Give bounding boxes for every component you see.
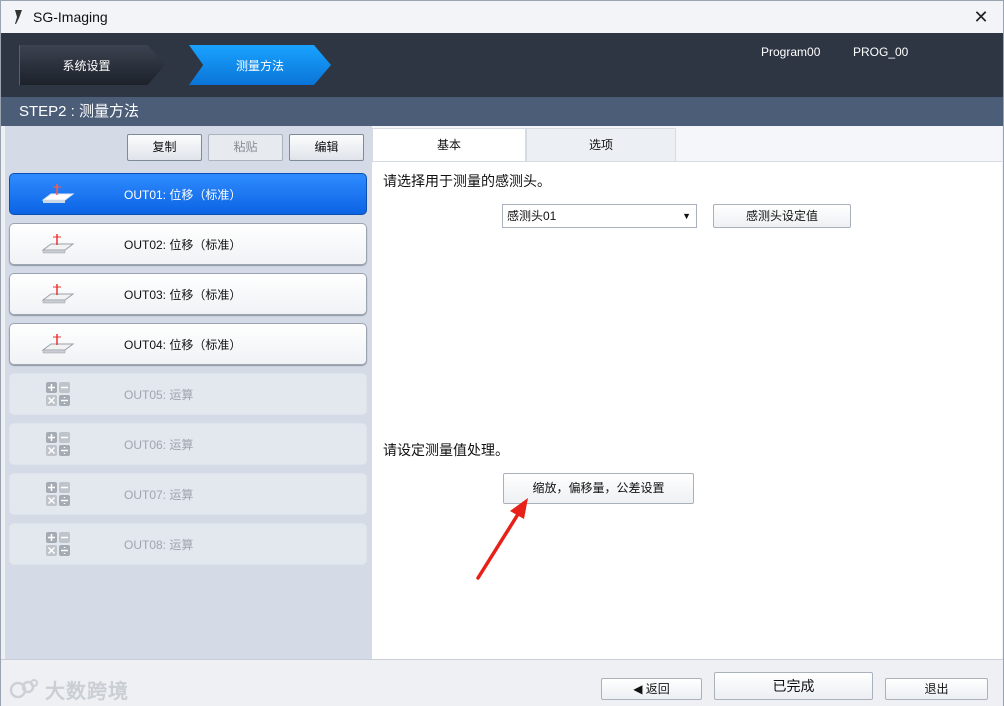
output-label: OUT03: 位移（标准） [124,287,242,302]
output-item-out02[interactable]: OUT02: 位移（标准） [9,223,367,265]
watermark-text: 大数跨境 [45,681,129,703]
program-id: PROG_00 [853,45,909,59]
close-icon[interactable]: ✕ [969,5,993,29]
step-title: STEP2 : 测量方法 [1,97,1003,126]
sensor-select[interactable]: 感测头01 ▼ [502,204,697,228]
output-label: OUT07: 运算 [124,487,194,502]
program-name: Program00 [761,45,821,59]
sensor-prompt: 请选择用于测量的感测头。 [383,173,551,189]
breadcrumb-measurement-method[interactable]: 测量方法 [189,45,331,85]
tab-basic[interactable]: 基本 [372,128,526,163]
breadcrumb-label: 系统设置 [62,58,111,73]
tab-options[interactable]: 选项 [526,128,676,162]
output-label: OUT04: 位移（标准） [124,337,242,352]
calculation-icon [40,431,76,457]
output-item-out07[interactable]: OUT07: 运算 [9,473,367,515]
output-item-out06[interactable]: OUT06: 运算 [9,423,367,465]
output-label: OUT08: 运算 [124,537,194,552]
process-prompt: 请设定测量值处理。 [383,442,509,458]
basic-tab-content: 请选择用于测量的感测头。 感测头01 ▼ 感测头设定值 请设定测量值处理。 缩放… [372,161,1002,659]
watermark-logo-icon [9,678,38,698]
output-list-panel: 复制 粘贴 编辑 OUT01: 位移（标准） OUT02: 位移（标准） OUT… [5,126,373,659]
copy-button[interactable]: 复制 [127,134,202,161]
displacement-icon [40,181,76,207]
displacement-icon [40,281,76,307]
edit-button[interactable]: 编辑 [289,134,364,161]
breadcrumb-system-settings[interactable]: 系统设置 [19,45,165,85]
output-item-out08[interactable]: OUT08: 运算 [9,523,367,565]
output-item-out03[interactable]: OUT03: 位移（标准） [9,273,367,315]
title-bar: SG-Imaging ✕ [1,1,1003,33]
sensor-settings-button[interactable]: 感测头设定值 [713,204,851,228]
calculation-icon [40,531,76,557]
output-item-out05[interactable]: OUT05: 运算 [9,373,367,415]
done-button[interactable]: 已完成 [714,672,873,700]
output-item-out04[interactable]: OUT04: 位移（标准） [9,323,367,365]
breadcrumb-label: 测量方法 [235,58,284,73]
calculation-icon [40,381,76,407]
back-button[interactable]: ◀ 返回 [601,678,702,700]
sensor-select-value: 感测头01 [507,209,557,223]
app-window: SG-Imaging ✕ 系统设置 测量方法 Program00 PROG_00… [0,0,1004,706]
output-label: OUT02: 位移（标准） [124,237,242,252]
app-logo-icon [11,8,25,26]
output-item-out01[interactable]: OUT01: 位移（标准） [9,173,367,215]
calculation-icon [40,481,76,507]
output-label: OUT05: 运算 [124,387,194,402]
exit-button[interactable]: 退出 [885,678,988,700]
dropdown-arrow-icon: ▼ [682,211,691,221]
displacement-icon [40,231,76,257]
output-label: OUT01: 位移（标准） [124,187,242,202]
footer-bar: 大数跨境 ◀ 返回 已完成 退出 [1,659,1003,706]
wizard-header: 系统设置 测量方法 Program00 PROG_00 [1,33,1003,97]
window-title: SG-Imaging [33,9,108,25]
displacement-icon [40,331,76,357]
watermark: 大数跨境 [9,675,129,704]
paste-button[interactable]: 粘贴 [208,134,283,161]
output-label: OUT06: 运算 [124,437,194,452]
settings-panel: 基本 选项 请选择用于测量的感测头。 感测头01 ▼ 感测头设定值 请设定测量值… [372,126,1002,659]
annotation-arrow-icon [476,498,528,580]
